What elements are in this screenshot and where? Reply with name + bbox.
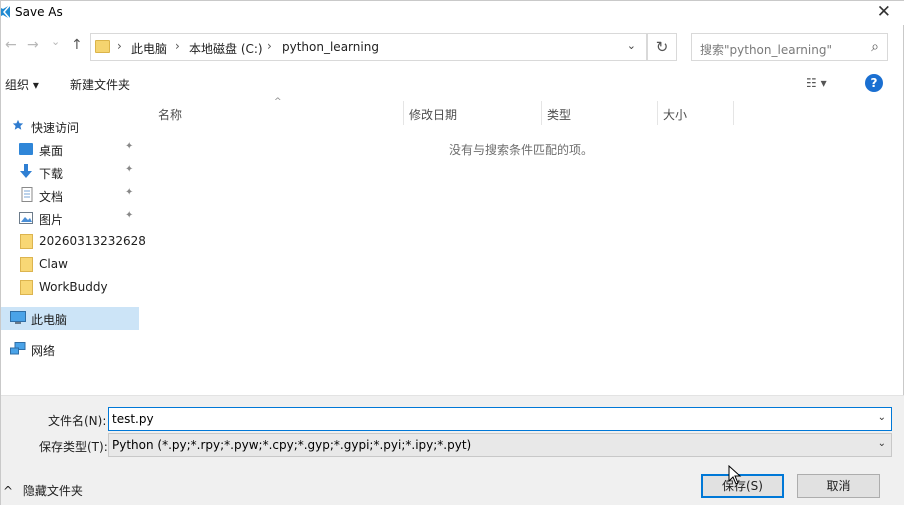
back-icon[interactable]: ← [5,37,17,53]
hide-folders-label: 隐藏文件夹 [22,484,83,498]
save-as-dialog: Save As ✕ ← → ⌄ ↑ › 此电脑 › 本地磁盘 (C:) › py… [0,0,904,505]
column-header-type[interactable]: 类型 [547,106,571,123]
up-icon[interactable]: ↑ [71,37,83,53]
column-divider[interactable] [733,101,734,125]
chevron-down-icon[interactable]: ⌄ [878,438,886,449]
view-options-icon[interactable]: ☷ ▾ [806,76,827,90]
sidebar-item-label: 图片 [39,213,64,227]
breadcrumb-separator[interactable]: › [175,39,180,53]
column-divider[interactable] [657,101,658,125]
sidebar-item-downloads[interactable]: 下载 ✦ [1,161,139,184]
filename-input[interactable]: test.py ⌄ [108,407,892,431]
filetype-label: 保存类型(T): [39,440,108,454]
column-header-name[interactable]: 名称 [158,106,182,123]
column-header-date-modified[interactable]: 修改日期 [409,106,457,123]
star-icon [12,119,24,130]
column-divider[interactable] [541,101,542,125]
sidebar-item-label: 此电脑 [31,313,68,327]
column-divider[interactable] [403,101,404,125]
sidebar-item-network[interactable]: 网络 [1,338,139,361]
pin-icon: ✦ [125,141,134,152]
picture-icon [19,212,33,224]
folder-icon [20,280,33,295]
sidebar-item-workbuddy[interactable]: WorkBuddy [1,276,139,299]
recent-locations-icon[interactable]: ⌄ [51,35,60,48]
save-button[interactable]: 保存(S) [701,474,784,498]
vscode-icon [1,4,11,20]
close-icon[interactable]: ✕ [877,3,891,21]
sidebar-item-label: 文档 [39,190,64,204]
organize-button[interactable]: 组织 ▾ [5,76,39,93]
empty-message: 没有与搜索条件匹配的项。 [449,143,594,157]
search-box[interactable]: 搜索"python_learning" ⌕ [691,33,888,61]
chevron-up-icon: ^ [3,484,14,498]
command-bar: 组织 ▾ 新建文件夹 ☷ ▾ ? [1,71,904,97]
search-icon[interactable]: ⌕ [871,39,879,55]
sidebar-item-pictures[interactable]: 图片 ✦ [1,207,139,230]
desktop-icon [19,143,33,155]
sidebar-item-label: 桌面 [39,144,64,158]
filetype-select[interactable]: Python (*.py;*.rpy;*.pyw;*.cpy;*.gyp;*.g… [108,433,892,457]
folder-icon [95,40,110,53]
pin-icon: ✦ [125,164,134,175]
mouse-cursor-icon [728,465,742,485]
title-bar: Save As ✕ [1,1,904,25]
sidebar-item-label: WorkBuddy [39,280,108,294]
sidebar-item-label: 下载 [39,167,64,181]
sidebar-item-label: 网络 [31,344,56,358]
network-icon [10,342,26,355]
breadcrumb-separator: › [117,39,122,53]
cancel-button[interactable]: 取消 [797,474,880,498]
computer-icon [10,311,26,324]
pin-icon: ✦ [125,210,134,221]
folder-icon [20,257,33,272]
breadcrumb-python-learning[interactable]: python_learning [282,40,379,54]
search-placeholder: 搜索"python_learning" [700,43,832,57]
sidebar-item-documents[interactable]: 文档 ✦ [1,184,139,207]
file-list: ^ 名称 修改日期 类型 大小 没有与搜索条件匹配的项。 [141,97,904,395]
sidebar-item-claw[interactable]: Claw [1,253,139,276]
save-form: 文件名(N): test.py ⌄ 保存类型(T): Python (*.py;… [1,395,904,505]
sidebar-item-label: 快速访问 [31,121,80,135]
window-title: Save As [15,5,63,19]
address-bar[interactable]: › 此电脑 › 本地磁盘 (C:) › python_learning ⌄ [90,33,647,61]
sidebar-item-label: Claw [39,257,68,271]
breadcrumb-separator[interactable]: › [267,39,272,53]
column-header-size[interactable]: 大小 [663,106,687,123]
navigation-pane: 快速访问 桌面 ✦ 下载 ✦ 文档 ✦ 图片 ✦ 20260313232628 … [1,113,146,395]
chevron-down-icon[interactable]: ⌄ [878,412,886,423]
sort-ascending-icon: ^ [274,97,282,107]
sidebar-item-this-pc[interactable]: 此电脑 [1,307,139,330]
folder-icon [20,234,33,249]
sidebar-item-folder-20260313232628[interactable]: 20260313232628 [1,230,146,253]
refresh-icon: ↻ [655,38,669,56]
download-icon [20,164,32,178]
sidebar-item-label: 20260313232628 [39,234,146,248]
navigation-bar: ← → ⌄ ↑ › 此电脑 › 本地磁盘 (C:) › python_learn… [1,31,904,63]
hide-folders-toggle[interactable]: ^ 隐藏文件夹 [3,482,83,499]
refresh-button[interactable]: ↻ [647,33,677,61]
new-folder-button[interactable]: 新建文件夹 [70,76,130,93]
sidebar-item-quick-access[interactable]: 快速访问 [1,115,139,138]
filename-label: 文件名(N): [48,414,107,428]
sidebar-item-desktop[interactable]: 桌面 ✦ [1,138,139,161]
filetype-value: Python (*.py;*.rpy;*.pyw;*.cpy;*.gyp;*.g… [112,438,472,452]
document-icon [21,187,33,202]
filename-value: test.py [112,412,154,426]
address-dropdown-icon[interactable]: ⌄ [627,39,636,52]
help-icon[interactable]: ? [865,74,883,92]
breadcrumb-local-disk[interactable]: 本地磁盘 (C:) [189,40,263,57]
forward-icon[interactable]: → [27,37,39,53]
pin-icon: ✦ [125,187,134,198]
breadcrumb-this-pc[interactable]: 此电脑 [131,40,167,57]
